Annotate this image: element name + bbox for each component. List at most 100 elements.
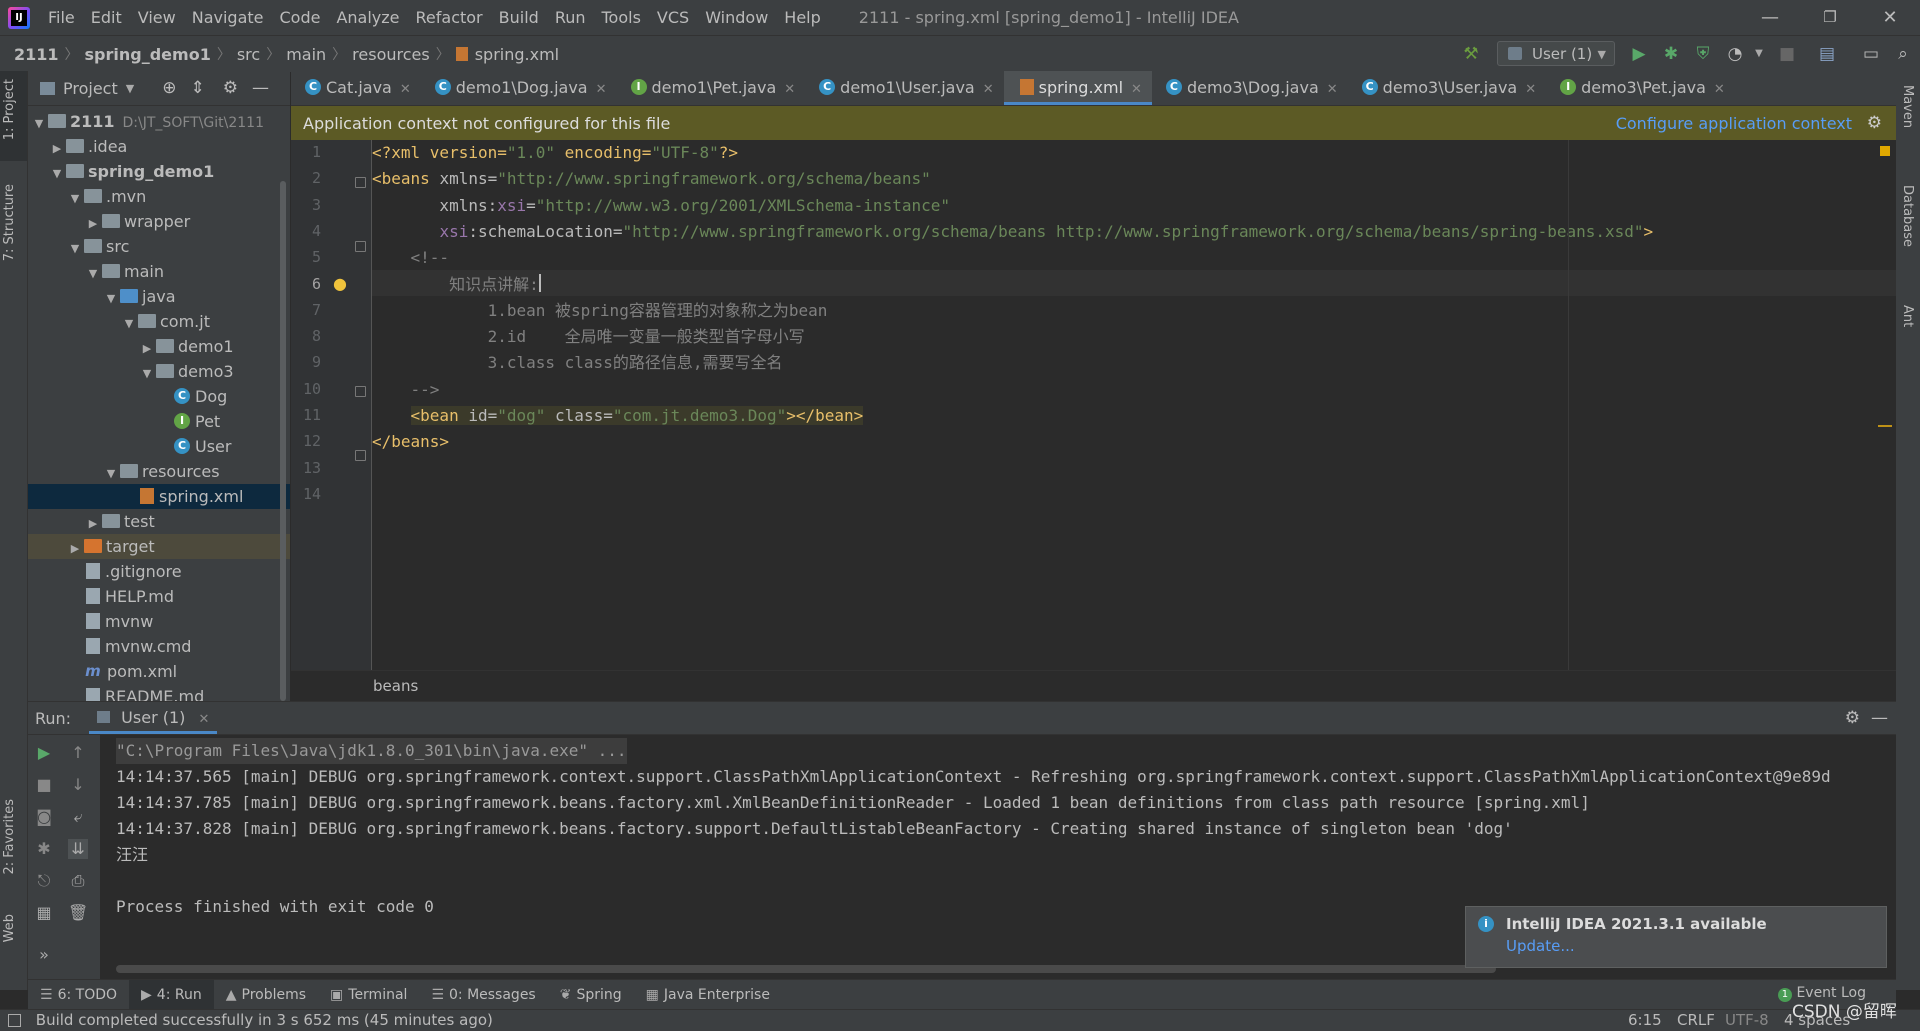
chevron-down-icon[interactable]: ▼ (68, 186, 82, 211)
close-icon[interactable]: ✕ (1131, 82, 1142, 97)
fold-marker-icon[interactable] (355, 386, 366, 397)
chevron-down-icon[interactable]: ▼ (104, 286, 118, 311)
collapse-all-icon[interactable]: ⇕ (190, 78, 204, 98)
project-stripe-tab[interactable]: 1: Project (0, 71, 27, 161)
breadcrumb-beans[interactable]: beans (373, 677, 418, 695)
menu-run[interactable]: Run (547, 8, 594, 27)
update-link[interactable]: Update... (1506, 937, 1575, 955)
project-scrollbar[interactable] (280, 181, 286, 701)
close-icon[interactable]: ✕ (983, 82, 994, 97)
down-arrow-icon[interactable]: ↓ (68, 775, 88, 795)
editor-tab[interactable]: Cdemo3\User.java ✕ (1348, 71, 1546, 105)
run-tab[interactable]: User (1) ✕ (89, 702, 218, 734)
chevron-down-icon[interactable]: ▼ (32, 111, 46, 136)
close-icon[interactable]: ✕ (1525, 82, 1536, 97)
close-icon[interactable]: ✕ (784, 82, 795, 97)
profile-dropdown-chevron-icon[interactable]: ▼ (1748, 43, 1770, 65)
menu-navigate[interactable]: Navigate (184, 8, 272, 27)
close-icon[interactable]: ✕ (1714, 82, 1725, 97)
exit-icon[interactable]: ⎋ (34, 871, 54, 891)
fold-marker-icon[interactable] (355, 241, 366, 252)
structure-stripe-tab[interactable]: 7: Structure (0, 176, 27, 276)
hide-panel-icon[interactable]: — (252, 78, 269, 98)
tree-item[interactable]: spring.xml (28, 484, 290, 509)
tool-tab[interactable]: ☰ 0: Messages (419, 987, 547, 1003)
editor-tab[interactable]: C Cat.java ✕ (291, 71, 421, 105)
tree-item[interactable]: .gitignore (28, 559, 290, 584)
editor-tab[interactable]: Cdemo3\Dog.java ✕ (1152, 71, 1348, 105)
tree-item[interactable]: ▼ java (28, 284, 290, 309)
chevron-down-icon[interactable]: ▼ (50, 161, 64, 186)
chevron-down-icon[interactable]: ▼ (68, 236, 82, 261)
debug-icon[interactable]: ✱ (34, 839, 54, 859)
tree-item[interactable]: HELP.md (28, 584, 290, 609)
menu-analyze[interactable]: Analyze (328, 8, 407, 27)
database-stripe-tab[interactable]: Database (1896, 171, 1920, 281)
line-separator[interactable]: CRLF (1677, 1010, 1715, 1031)
tool-tab[interactable]: ▶ 4: Run (129, 980, 214, 1010)
editor-tab[interactable]: Cdemo1\Dog.java ✕ (421, 71, 617, 105)
tool-tab[interactable]: ☰ 6: TODO (28, 987, 129, 1003)
tree-item[interactable]: ▶ target (28, 534, 290, 559)
editor-tab[interactable]: Idemo1\Pet.java ✕ (617, 71, 806, 105)
chevron-right-icon[interactable]: ▶ (86, 211, 100, 236)
coverage-icon[interactable]: ⛨ (1692, 43, 1714, 65)
camera-icon[interactable]: ◙ (34, 807, 54, 827)
tree-item[interactable]: I Pet (28, 409, 290, 434)
intention-bulb-icon[interactable]: ● (333, 274, 347, 293)
menu-view[interactable]: View (130, 8, 184, 27)
menu-tools[interactable]: Tools (594, 8, 649, 27)
chevron-down-icon[interactable]: ▼ (104, 461, 118, 486)
maximize-button[interactable]: ❐ (1800, 0, 1860, 35)
event-log-button[interactable]: 1 Event Log (1777, 985, 1866, 1002)
chevron-right-icon[interactable]: ▶ (140, 336, 154, 361)
more-icon[interactable]: » (34, 945, 54, 965)
build-hammer-icon[interactable]: ⚒ (1460, 43, 1482, 65)
close-icon[interactable]: ✕ (596, 82, 607, 97)
tree-item[interactable]: ▶ .idea (28, 134, 290, 159)
menu-help[interactable]: Help (776, 8, 828, 27)
print-icon[interactable]: ⎙ (68, 871, 88, 891)
layout-icon[interactable]: ▭ (1860, 43, 1882, 65)
editor-tab[interactable]: Idemo3\Pet.java ✕ (1546, 71, 1735, 105)
menu-build[interactable]: Build (491, 8, 547, 27)
caret-position[interactable]: 6:15 (1628, 1010, 1662, 1031)
menu-refactor[interactable]: Refactor (408, 8, 491, 27)
chevron-right-icon[interactable]: ▶ (86, 511, 100, 536)
locate-file-icon[interactable]: ⊕ (162, 78, 176, 98)
maven-stripe-tab[interactable]: Maven (1896, 71, 1920, 161)
stop-icon[interactable]: ■ (34, 775, 54, 795)
tree-item[interactable]: ▶ wrapper (28, 209, 290, 234)
minimize-button[interactable]: — (1740, 0, 1800, 35)
chevron-down-icon[interactable]: ▼ (126, 82, 134, 95)
menu-vcs[interactable]: VCS (649, 8, 697, 27)
breadcrumb-item[interactable]: main (282, 45, 330, 64)
up-arrow-icon[interactable]: ↑ (68, 743, 88, 763)
close-icon[interactable]: ✕ (198, 712, 209, 727)
tree-item[interactable]: m pom.xml (28, 659, 290, 684)
configure-context-link[interactable]: Configure application context (1616, 114, 1852, 133)
editor-tab[interactable]: spring.xml ✕ (1003, 71, 1153, 105)
close-icon[interactable]: ✕ (400, 82, 411, 97)
ant-stripe-tab[interactable]: Ant (1896, 291, 1920, 361)
tree-item[interactable]: mvnw (28, 609, 290, 634)
gear-icon[interactable]: ⚙ (1867, 113, 1882, 133)
update-notification[interactable]: i IntelliJ IDEA 2021.3.1 available Updat… (1465, 906, 1887, 968)
trash-icon[interactable]: 🗑 (68, 903, 88, 923)
tree-item[interactable]: ▶ demo1 (28, 334, 290, 359)
search-icon[interactable]: ⌕ (1892, 43, 1914, 65)
fold-marker-icon[interactable] (355, 450, 366, 461)
tree-item[interactable]: ▼ demo3 (28, 359, 290, 384)
error-stripe-marker[interactable] (1878, 425, 1892, 427)
tree-item[interactable]: ▼ com.jt (28, 309, 290, 334)
chevron-down-icon[interactable]: ▼ (86, 261, 100, 286)
breadcrumb-item[interactable]: 2111 (10, 45, 63, 64)
file-encoding[interactable]: UTF-8 (1725, 1010, 1769, 1031)
menu-code[interactable]: Code (272, 8, 329, 27)
console-horizontal-scrollbar[interactable] (116, 965, 1496, 973)
tree-item[interactable]: ▼ .mvn (28, 184, 290, 209)
gear-icon[interactable]: ⚙ (223, 78, 238, 98)
tree-item[interactable]: ▼ spring_demo1 (28, 159, 290, 184)
menu-file[interactable]: File (40, 8, 83, 27)
hide-panel-icon[interactable]: — (1871, 708, 1888, 728)
